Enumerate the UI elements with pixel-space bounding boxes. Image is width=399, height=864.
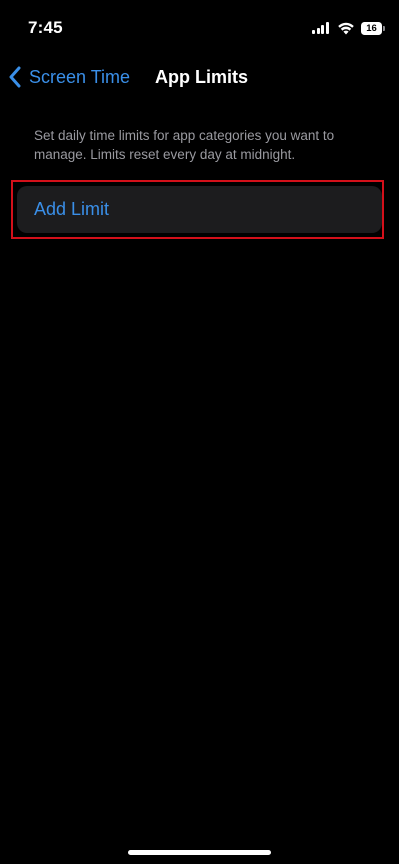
wifi-icon	[338, 22, 354, 35]
status-time: 7:45	[28, 18, 63, 37]
status-icons: 16	[312, 20, 385, 36]
add-limit-label: Add Limit	[34, 199, 110, 219]
battery-cap	[383, 25, 385, 31]
home-indicator[interactable]	[128, 850, 271, 855]
battery-level: 16	[366, 22, 377, 34]
add-limit-button[interactable]: Add Limit	[17, 186, 382, 233]
navigation-bar: Screen Time App Limits	[0, 56, 399, 100]
signal-icon	[312, 22, 330, 34]
battery-icon: 16	[361, 21, 382, 35]
page-title: App Limits	[155, 67, 248, 87]
app-limits-description: Set daily time limits for app categories…	[34, 128, 335, 162]
back-label: Screen Time	[29, 66, 131, 87]
back-button[interactable]: Screen Time	[8, 64, 130, 90]
status-bar: 7:45 16	[0, 0, 399, 56]
chevron-left-icon	[9, 66, 21, 88]
